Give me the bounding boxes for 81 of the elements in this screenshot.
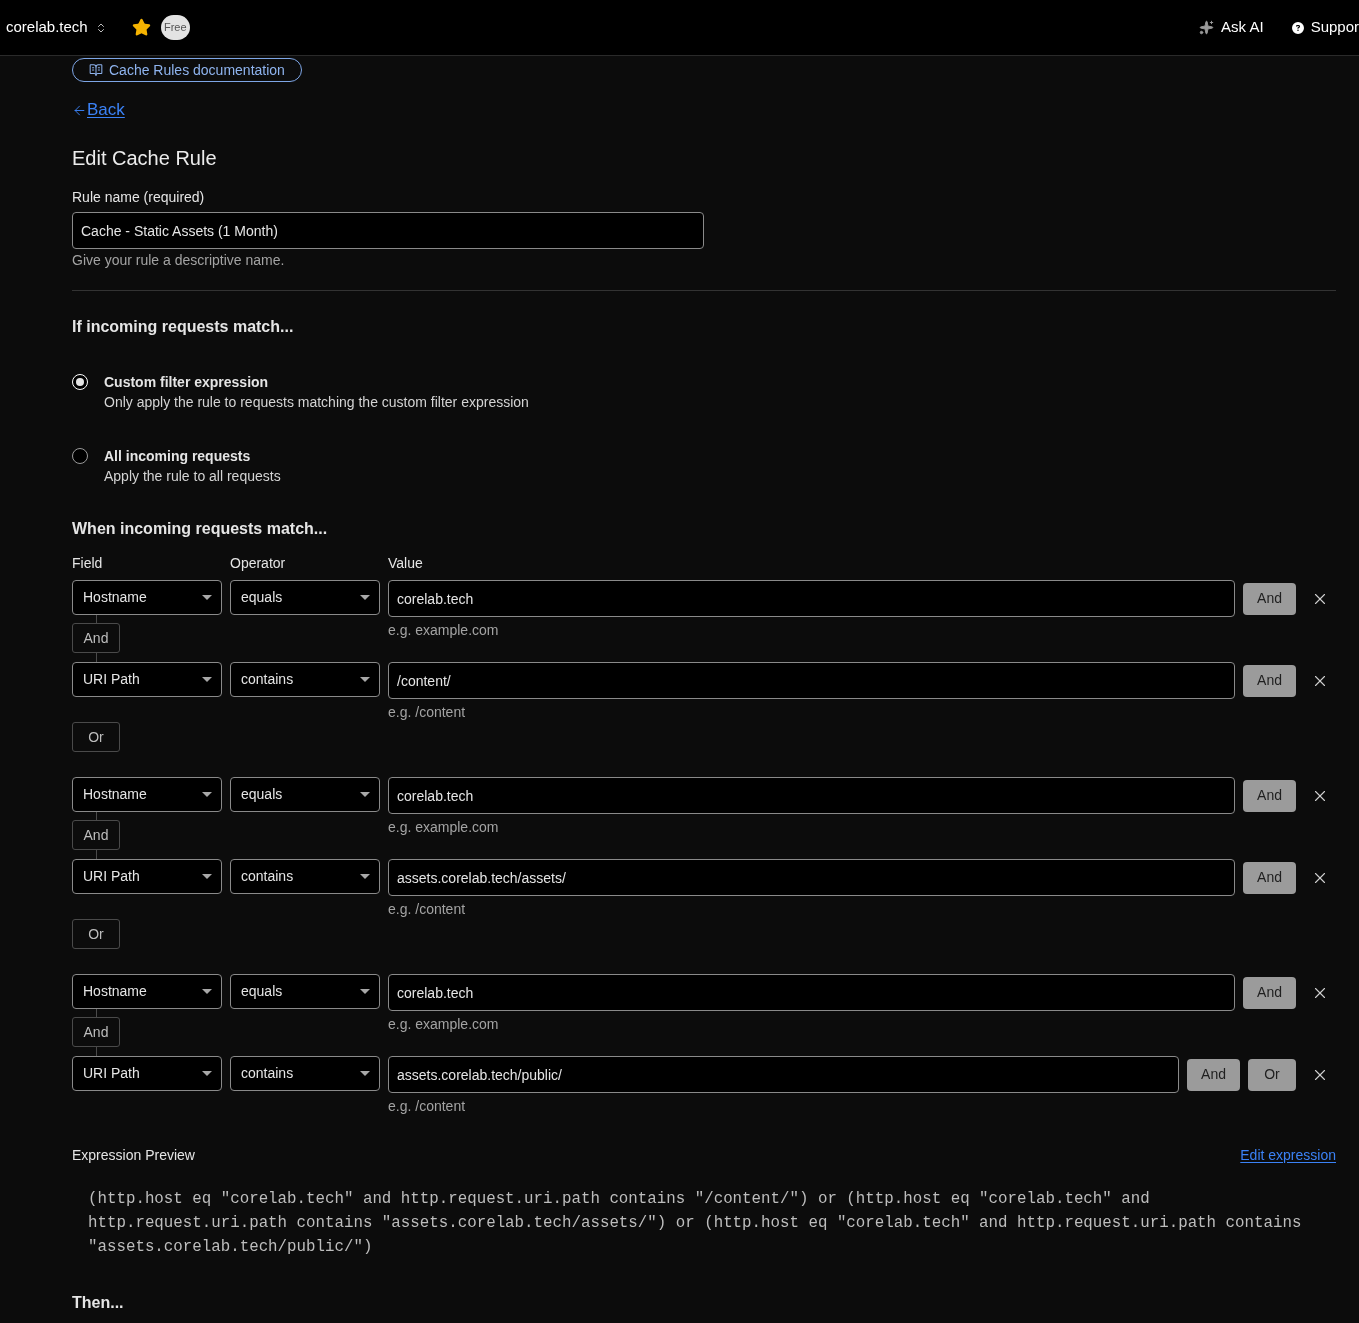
edit-expression-link[interactable]: Edit expression [1240, 1145, 1336, 1165]
option-title: Custom filter expression [104, 373, 270, 392]
option-description: Only apply the rule to requests matching the custom filter expression [104, 393, 529, 412]
rule-name-input[interactable]: Cache - Static Assets (1 Month) [72, 212, 704, 249]
value-input[interactable]: assets.corelab.tech/assets/ [388, 859, 1236, 896]
operator-select[interactable]: equals [230, 974, 380, 1009]
connector-line [96, 653, 97, 662]
and-connector: And [72, 820, 120, 850]
logic-button[interactable]: And [1243, 861, 1296, 894]
example-hint: e.g. /content [388, 703, 466, 722]
field-select[interactable]: Hostname [72, 777, 222, 812]
connector-line [96, 615, 97, 623]
field-hint: Give your rule a descriptive name. [72, 251, 285, 270]
field-select[interactable]: URI Path [72, 1056, 222, 1091]
field-select[interactable]: URI Path [72, 859, 222, 894]
column-header: Value [388, 554, 423, 573]
operator-select[interactable]: contains [230, 859, 380, 894]
connector-line [96, 1047, 97, 1056]
example-hint: e.g. example.com [388, 621, 499, 640]
value-input[interactable]: corelab.tech [388, 974, 1236, 1011]
page-title: Edit Cache Rule [72, 146, 217, 171]
caret-icon [360, 792, 370, 797]
logic-button[interactable]: And [1243, 976, 1296, 1009]
ask-ai-button[interactable]: Ask AI [1199, 16, 1264, 39]
caret-icon [202, 792, 212, 797]
caret-icon [360, 874, 370, 879]
caret-icon [202, 1071, 212, 1076]
section-heading: When incoming requests match... [72, 519, 328, 539]
field-select[interactable]: URI Path [72, 662, 222, 697]
logic-button[interactable]: And [1187, 1058, 1240, 1091]
logic-button[interactable]: And [1243, 664, 1296, 697]
plan-badge: Free [160, 15, 190, 40]
operator-select[interactable]: equals [230, 777, 380, 812]
and-connector: And [72, 623, 120, 653]
section-heading: If incoming requests match... [72, 317, 294, 337]
value-input[interactable]: /content/ [388, 662, 1236, 699]
connector-line [96, 812, 97, 820]
caret-icon [360, 595, 370, 600]
value-input[interactable]: assets.corelab.tech/public/ [388, 1056, 1180, 1093]
caret-icon [360, 1071, 370, 1076]
or-connector: Or [72, 919, 120, 949]
preview-label: Expression Preview [72, 1146, 195, 1165]
logic-button[interactable]: And [1243, 582, 1296, 615]
option-title: All incoming requests [104, 447, 252, 466]
book-icon [89, 63, 103, 77]
help-icon [1291, 21, 1304, 34]
expression-code: (http.host eq "corelab.tech" and http.request.uri.path contains "/content/") or (http.host eq "corelab.tech" and http.request.uri.path contains "assets.corelab.tech/assets/") or (http.host eq "corelab.tech" and http.request.uri.path contains "assets.corelab.tech/public/") [88, 1189, 1303, 1258]
caret-icon [360, 989, 370, 994]
operator-select[interactable]: contains [230, 662, 380, 697]
field-label: Rule name (required) [72, 188, 205, 207]
operator-select[interactable]: contains [230, 1056, 380, 1091]
support-button[interactable]: Suppor [1291, 16, 1359, 39]
star-icon[interactable] [131, 18, 151, 37]
caret-icon [202, 595, 212, 600]
or-connector: Or [72, 722, 120, 752]
section-heading: Then... [72, 1293, 124, 1313]
field-select[interactable]: Hostname [72, 580, 222, 615]
caret-icon [202, 989, 212, 994]
value-input[interactable]: corelab.tech [388, 580, 1236, 617]
logic-button[interactable]: Or [1248, 1058, 1296, 1091]
connector-line [96, 850, 97, 859]
account-switcher[interactable]: corelab.tech [6, 16, 107, 39]
caret-icon [360, 677, 370, 682]
value-input[interactable]: corelab.tech [388, 777, 1236, 814]
example-hint: e.g. example.com [388, 818, 499, 837]
logic-button[interactable]: And [1243, 779, 1296, 812]
and-connector: And [72, 1017, 120, 1047]
operator-select[interactable]: equals [230, 580, 380, 615]
column-header: Operator [230, 554, 287, 573]
caret-icon [202, 677, 212, 682]
example-hint: e.g. /content [388, 1097, 466, 1116]
column-header: Field [72, 554, 104, 573]
back-link[interactable]: Back [72, 98, 125, 122]
example-hint: e.g. /content [388, 900, 466, 919]
option-description: Apply the rule to all requests [104, 467, 281, 486]
field-select[interactable]: Hostname [72, 974, 222, 1009]
connector-line [96, 1009, 97, 1017]
sparkle-icon [1199, 20, 1215, 35]
example-hint: e.g. example.com [388, 1015, 499, 1034]
caret-icon [202, 874, 212, 879]
radio-button[interactable] [72, 448, 88, 464]
